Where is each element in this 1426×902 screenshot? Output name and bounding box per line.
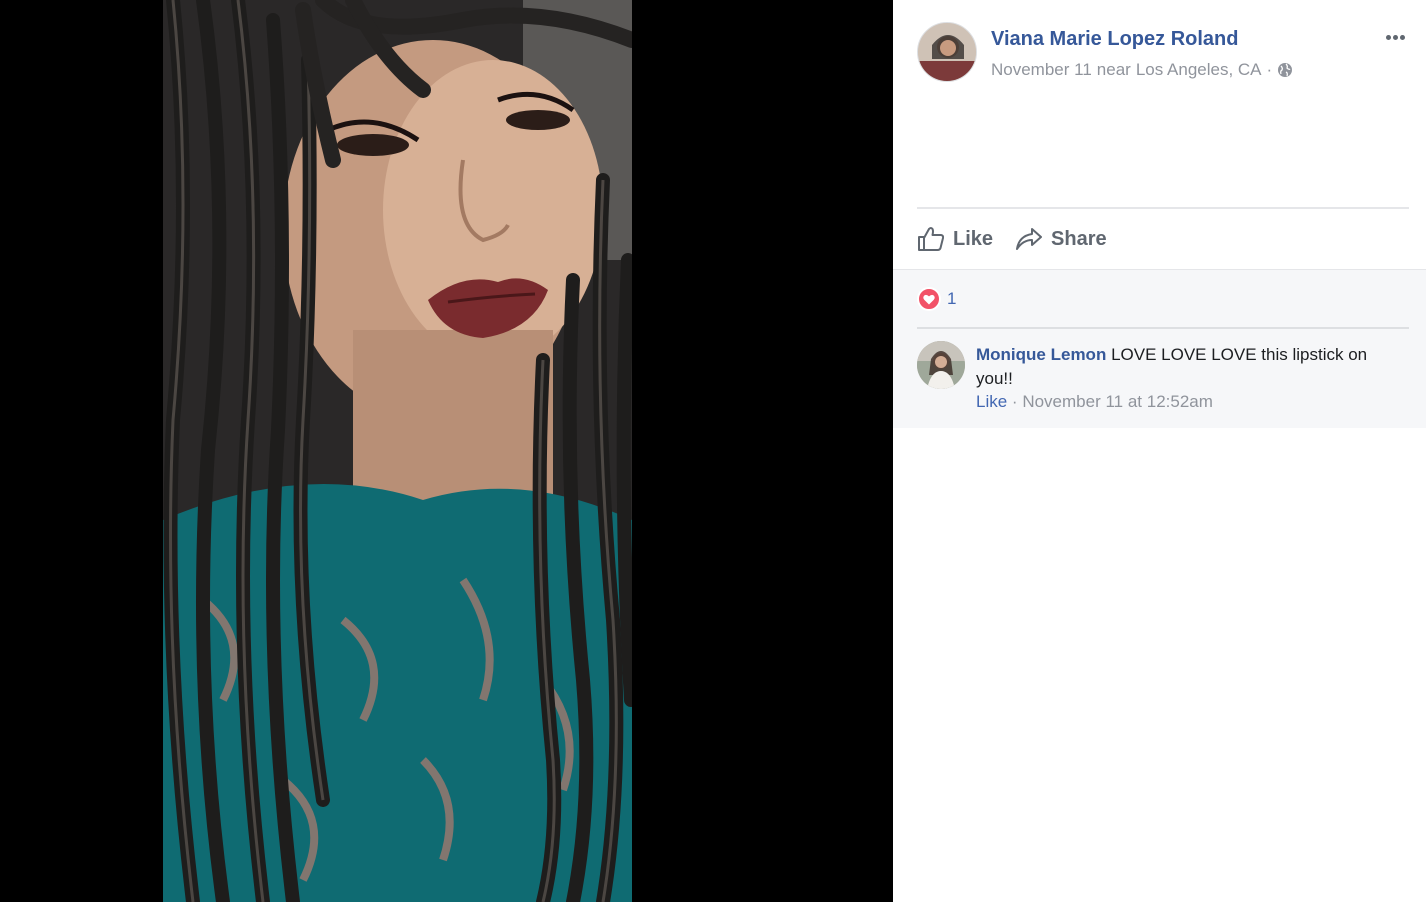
post-meta: November 11 near Los Angeles, CA · (991, 60, 1293, 80)
like-button[interactable]: Like (917, 226, 993, 252)
thumbs-up-icon (918, 227, 945, 251)
comment-separator: · (1011, 392, 1018, 411)
post-header: Viana Marie Lopez Roland November 11 nea… (917, 22, 1407, 84)
post-side-panel: Viana Marie Lopez Roland November 11 nea… (893, 0, 1426, 902)
comments-section: 1 Monique Lemon LOVE LOVE LOVE this lips… (893, 269, 1426, 428)
post-date[interactable]: November 11 (991, 60, 1092, 80)
post-action-bar: Like Share (917, 207, 1409, 269)
comment-body: Monique Lemon LOVE LOVE LOVE this lipsti… (976, 343, 1396, 391)
love-icon (917, 287, 941, 311)
comment-author[interactable]: Monique Lemon (976, 345, 1106, 364)
commenter-avatar[interactable] (917, 341, 965, 389)
reaction-count: 1 (947, 289, 957, 308)
reactions-summary[interactable]: 1 (917, 287, 956, 311)
location-prefix: near (1096, 60, 1131, 79)
post-author-name[interactable]: Viana Marie Lopez Roland (991, 28, 1238, 51)
author-avatar-image (918, 23, 976, 81)
author-avatar[interactable] (917, 22, 977, 82)
comment-actions: Like · November 11 at 12:52am (976, 392, 1213, 412)
share-button-label: Share (1051, 227, 1107, 250)
comment-like-link[interactable]: Like (976, 392, 1007, 411)
post-location[interactable]: Los Angeles, CA (1136, 60, 1262, 80)
share-button[interactable]: Share (1015, 227, 1107, 251)
photo-stage (0, 0, 893, 902)
photo-illustration (163, 0, 632, 902)
comment-timestamp[interactable]: November 11 at 12:52am (1022, 392, 1213, 411)
post-photo[interactable] (163, 0, 632, 902)
commenter-avatar-image (917, 341, 965, 389)
divider (917, 327, 1409, 329)
globe-icon[interactable] (1277, 62, 1293, 78)
ellipsis-icon[interactable] (1383, 28, 1407, 46)
ellipsis-dot (1399, 34, 1405, 40)
ellipsis-dot (1385, 34, 1391, 40)
like-button-label: Like (953, 227, 994, 250)
meta-separator: · (1266, 60, 1273, 79)
share-arrow-icon (1016, 228, 1043, 250)
ellipsis-dot (1392, 34, 1398, 40)
